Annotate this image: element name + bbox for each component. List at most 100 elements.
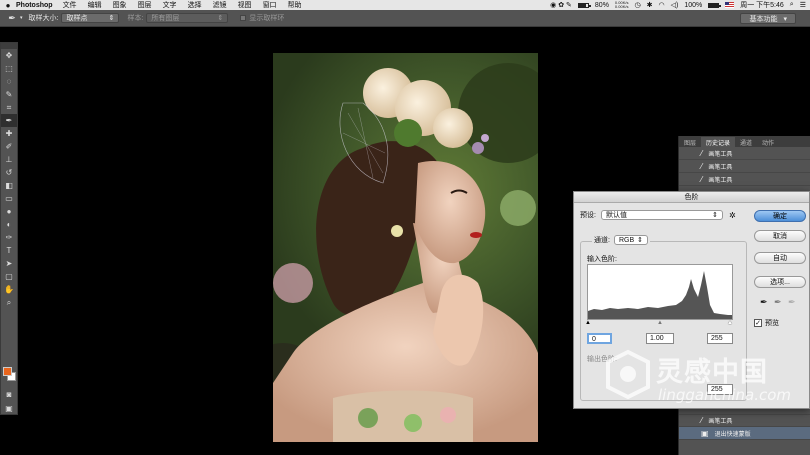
input-gamma-field[interactable]: 1.00: [646, 333, 674, 344]
menu-select[interactable]: 选择: [188, 0, 202, 10]
brush-icon: ⁄: [701, 148, 703, 158]
white-eyedropper-icon[interactable]: ✒: [788, 297, 796, 308]
chevron-updown-icon: ⇕: [712, 212, 718, 219]
volume-icon[interactable]: ◁): [671, 1, 679, 9]
marquee-tool-icon[interactable]: ⬚: [1, 62, 17, 75]
sample-label: 样本:: [127, 15, 144, 22]
histogram-graph: [588, 271, 732, 319]
clock-icon[interactable]: ◷: [635, 1, 641, 9]
history-item-selected[interactable]: ▣ 退出快速蒙版: [679, 427, 810, 440]
history-brush-tool-icon[interactable]: ↺: [1, 166, 17, 179]
dialog-title[interactable]: 色阶: [574, 192, 809, 203]
hand-tool-icon[interactable]: ✋: [1, 283, 17, 296]
toolbox: ✥ ⬚ ◌ ✎ ⌗ ✒ ✚ ✐ ⊥ ↺ ◧ ▭ ● ◐ ✑ T ➤ ▢ ✋ ⌕ …: [0, 42, 18, 415]
dodge-tool-icon[interactable]: ◐: [1, 218, 17, 231]
menu-layer[interactable]: 图层: [138, 0, 152, 10]
shape-tool-icon[interactable]: ▢: [1, 270, 17, 283]
channel-row: 通道: RGB ⇕: [592, 235, 650, 245]
sample-select[interactable]: 所有图层 ⇕: [146, 13, 229, 23]
preset-options-gear-icon[interactable]: ✲: [729, 211, 736, 220]
quick-select-tool-icon[interactable]: ✎: [1, 88, 17, 101]
path-select-tool-icon[interactable]: ➤: [1, 257, 17, 270]
show-sampling-ring-checkbox[interactable]: [240, 15, 247, 21]
apple-icon[interactable]: ●: [0, 1, 16, 10]
menu-view[interactable]: 视图: [238, 0, 252, 10]
menu-edit[interactable]: 编辑: [88, 0, 102, 10]
document-canvas[interactable]: [273, 53, 538, 442]
gradient-tool-icon[interactable]: ▭: [1, 192, 17, 205]
tab-history[interactable]: 历史记录: [701, 137, 736, 147]
gamma-slider-handle[interactable]: ▲: [657, 320, 663, 326]
preview-row[interactable]: ✓ 预览: [754, 318, 779, 328]
brush-tool-icon[interactable]: ✐: [1, 140, 17, 153]
screen-mode-icon[interactable]: ▣: [1, 402, 17, 415]
channel-select[interactable]: RGB ⇕: [613, 235, 648, 245]
net-speed: 0.00K/s 0.00K/s: [614, 0, 629, 9]
white-point-slider-handle[interactable]: ▲: [727, 320, 733, 326]
options-button[interactable]: 选项...: [754, 276, 806, 288]
gray-eyedropper-icon[interactable]: ✒: [774, 297, 782, 308]
output-levels-label: 输出色阶:: [587, 356, 617, 363]
histogram: [587, 264, 733, 320]
black-eyedropper-icon[interactable]: ✒: [760, 297, 768, 308]
pen-tool-icon[interactable]: ✑: [1, 231, 17, 244]
menu-window[interactable]: 窗口: [263, 0, 277, 10]
quick-mask-icon: ▣: [701, 428, 709, 438]
options-bar: ✒ ▾ 取样大小: 取样点 ⇕ 样本: 所有图层 ⇕ 显示取样环 基本功能 ▾: [0, 10, 810, 27]
type-tool-icon[interactable]: T: [1, 244, 17, 257]
tool-preset-arrow-icon[interactable]: ▾: [20, 15, 23, 21]
output-white-field[interactable]: 255: [707, 384, 733, 395]
chevron-updown-icon: ⇕: [108, 15, 115, 22]
auto-button[interactable]: 自动: [754, 252, 806, 264]
menu-file[interactable]: 文件: [63, 0, 77, 10]
bluetooth-icon[interactable]: ✱: [647, 1, 653, 9]
ok-button[interactable]: 确定: [754, 210, 806, 222]
healing-brush-tool-icon[interactable]: ✚: [1, 127, 17, 140]
menu-filter[interactable]: 滤镜: [213, 0, 227, 10]
crop-tool-icon[interactable]: ⌗: [1, 101, 17, 114]
eraser-tool-icon[interactable]: ◧: [1, 179, 17, 192]
preset-select[interactable]: 默认值 ⇕: [600, 210, 723, 220]
input-slider[interactable]: ▲ ▲ ▲: [585, 320, 733, 326]
eyedropper-tool-icon[interactable]: ✒: [1, 114, 17, 127]
battery-main-percent[interactable]: 100%: [684, 2, 702, 9]
status-icons[interactable]: ◉ ✿ ✎: [550, 1, 572, 9]
cancel-button[interactable]: 取消: [754, 230, 806, 242]
history-item[interactable]: ⁄ 画笔工具: [679, 147, 810, 160]
clone-stamp-tool-icon[interactable]: ⊥: [1, 153, 17, 166]
sample-size-label: 取样大小:: [28, 15, 59, 22]
preview-checkbox[interactable]: ✓: [754, 319, 762, 327]
workspace-select[interactable]: 基本功能 ▾: [740, 13, 796, 24]
chevron-down-icon: ▾: [783, 15, 787, 23]
search-icon[interactable]: ⌕: [790, 1, 794, 9]
history-item[interactable]: ⁄ 画笔工具: [679, 160, 810, 173]
levels-dialog: 色阶 预设: 默认值 ⇕ ✲ 确定 取消 自动 选项... 通道: RGB ⇕ …: [573, 191, 810, 409]
battery-small-percent: 80%: [594, 1, 609, 9]
input-black-field[interactable]: 0: [587, 333, 612, 344]
foreground-color-swatch[interactable]: [3, 367, 12, 376]
tab-actions[interactable]: 动作: [757, 137, 779, 147]
menu-type[interactable]: 文字: [163, 0, 177, 10]
clock-text[interactable]: 周一 下午5:46: [740, 0, 784, 10]
input-source-flag-icon[interactable]: [725, 2, 735, 8]
input-white-field[interactable]: 255: [707, 333, 733, 344]
notification-list-icon[interactable]: ☰: [800, 1, 806, 9]
quick-mask-icon[interactable]: ◙: [1, 388, 17, 401]
move-tool-icon[interactable]: ✥: [1, 49, 17, 62]
tab-layers[interactable]: 图层: [679, 137, 701, 147]
wifi-icon[interactable]: ◠: [658, 1, 664, 9]
menu-image[interactable]: 图象: [113, 0, 127, 10]
channel-label: 通道:: [594, 237, 610, 244]
preview-label: 预览: [765, 320, 779, 327]
zoom-tool-icon[interactable]: ⌕: [1, 296, 17, 309]
sample-size-select[interactable]: 取样点 ⇕: [61, 13, 120, 23]
history-item[interactable]: ⁄ 画笔工具: [679, 173, 810, 186]
black-point-slider-handle[interactable]: ▲: [585, 320, 591, 326]
tab-channels[interactable]: 通道: [735, 137, 757, 147]
lasso-tool-icon[interactable]: ◌: [1, 75, 17, 88]
blur-tool-icon[interactable]: ●: [1, 205, 17, 218]
menu-help[interactable]: 帮助: [288, 0, 302, 10]
app-name-menu[interactable]: Photoshop: [16, 2, 53, 9]
history-item[interactable]: ⁄ 画笔工具: [679, 414, 810, 427]
preset-row: 预设: 默认值 ⇕ ✲: [580, 210, 736, 220]
